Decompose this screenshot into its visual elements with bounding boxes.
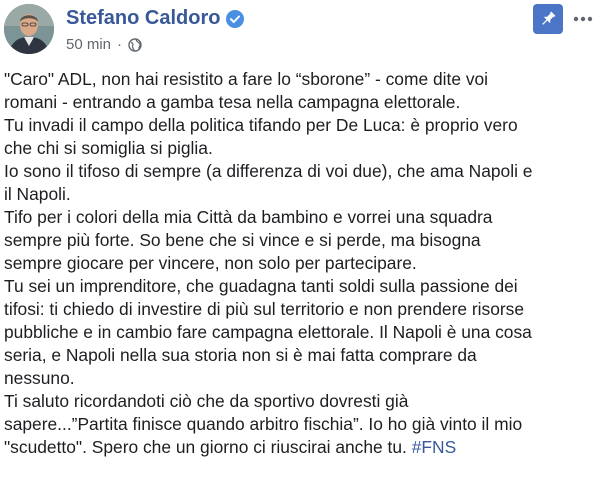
post-line: Tu sei un imprenditore, che guadagna tan… [4, 276, 518, 296]
post-line: "Caro" ADL, non hai resistito a fare lo … [4, 69, 489, 89]
post-body: "Caro" ADL, non hai resistito a fare lo … [4, 68, 598, 459]
hashtag-link[interactable]: #FNS [412, 437, 456, 457]
more-options-icon [573, 16, 593, 22]
author-name[interactable]: Stefano Caldoro [66, 7, 220, 30]
post-timestamp[interactable]: 50 min [66, 36, 111, 53]
post-line: Ti saluto ricordandoti ciò che da sporti… [4, 391, 409, 411]
post-meta: 50 min · [66, 36, 142, 53]
post-line: seria, e Napoli nella sua storia non si … [4, 345, 477, 365]
post-line: che chi si somiglia si piglia. [4, 138, 213, 158]
post-line: Tifo per i colori della mia Città da bam… [4, 207, 493, 227]
post-line: sempre giocare per vincere, non solo per… [4, 253, 417, 273]
facebook-post: Stefano Caldoro 50 min · "Caro" ADL, non… [0, 0, 600, 496]
author-name-row: Stefano Caldoro [66, 7, 245, 30]
more-options-button[interactable] [570, 6, 596, 32]
post-line: tifosi: ti chiedo di investire di più su… [4, 299, 525, 319]
avatar-image [4, 4, 54, 54]
meta-separator: · [117, 36, 123, 53]
post-line: Io sono il tifoso di sempre (a differenz… [4, 161, 533, 181]
post-line: sapere...”Partita finisce quando arbitro… [4, 414, 523, 434]
post-line: sempre più forte. So bene che si vince e… [4, 230, 481, 250]
post-line: pubbliche e in cambio fare campagna elet… [4, 322, 532, 342]
post-line: nessuno. [4, 368, 75, 388]
post-line-text: "scudetto". Spero che un giorno ci riusc… [4, 437, 412, 457]
author-avatar[interactable] [4, 4, 54, 54]
post-line: il Napoli. [4, 184, 71, 204]
pin-button[interactable] [533, 4, 563, 34]
post-line: Tu invadi il campo della politica tifand… [4, 115, 518, 135]
verified-badge-icon [226, 9, 245, 28]
post-line-last: "scudetto". Spero che un giorno ci riusc… [4, 436, 598, 459]
globe-icon[interactable] [128, 37, 142, 52]
pin-icon [542, 11, 556, 25]
post-line: romani - entrando a gamba tesa nella cam… [4, 92, 461, 112]
